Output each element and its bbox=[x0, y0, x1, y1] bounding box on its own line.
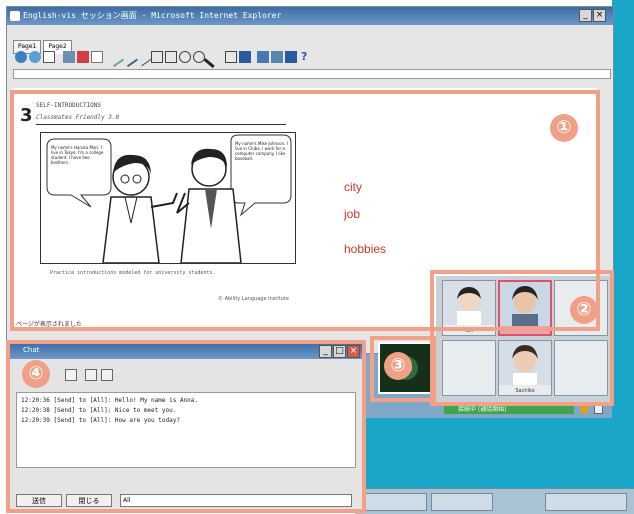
titlebar: English-vis セッション画面 - Microsoft Internet… bbox=[7, 7, 613, 25]
copy-icon[interactable] bbox=[91, 51, 103, 63]
save-icon[interactable] bbox=[257, 51, 269, 63]
eraser-icon[interactable] bbox=[203, 48, 223, 69]
rectangle-icon[interactable] bbox=[151, 51, 163, 63]
desktop-background bbox=[612, 0, 634, 513]
minimize-button[interactable]: _ bbox=[579, 9, 592, 22]
ie-icon bbox=[10, 11, 20, 21]
status-light-icon bbox=[580, 405, 589, 414]
callout-badge-3: ③ bbox=[384, 352, 412, 380]
drawing-toolbar: ? bbox=[11, 48, 609, 69]
filled-rectangle-icon[interactable] bbox=[165, 51, 177, 63]
print-icon[interactable] bbox=[63, 51, 75, 63]
address-bar[interactable] bbox=[13, 69, 611, 79]
zoom-icon[interactable] bbox=[271, 51, 283, 63]
callout-badge-2: ② bbox=[570, 296, 598, 324]
help-icon[interactable]: ? bbox=[301, 51, 313, 63]
callout-badge-1: ① bbox=[550, 114, 578, 142]
callout-frame-participants bbox=[430, 270, 614, 406]
settings-icon[interactable] bbox=[285, 51, 297, 63]
taskbar-button[interactable] bbox=[431, 493, 493, 511]
window-title: English-vis セッション画面 - Microsoft Internet… bbox=[23, 11, 282, 20]
forward-icon[interactable] bbox=[29, 51, 41, 63]
delete-icon[interactable] bbox=[77, 51, 89, 63]
settings-icon[interactable] bbox=[594, 405, 603, 414]
taskbar bbox=[355, 488, 634, 514]
taskbar-button[interactable] bbox=[365, 493, 427, 511]
ellipse-icon[interactable] bbox=[179, 51, 191, 63]
callout-frame-chat bbox=[6, 340, 366, 513]
close-button[interactable]: × bbox=[593, 9, 606, 22]
back-icon[interactable] bbox=[15, 51, 27, 63]
text-icon[interactable] bbox=[225, 51, 237, 63]
circle-icon[interactable] bbox=[193, 51, 205, 63]
callout-badge-4: ④ bbox=[22, 360, 50, 388]
line-icon[interactable] bbox=[134, 48, 152, 67]
image-icon[interactable] bbox=[239, 51, 251, 63]
page-tabs: Page1 Page2 bbox=[13, 33, 74, 54]
taskbar-clock bbox=[545, 493, 627, 511]
page-icon[interactable] bbox=[43, 51, 55, 63]
